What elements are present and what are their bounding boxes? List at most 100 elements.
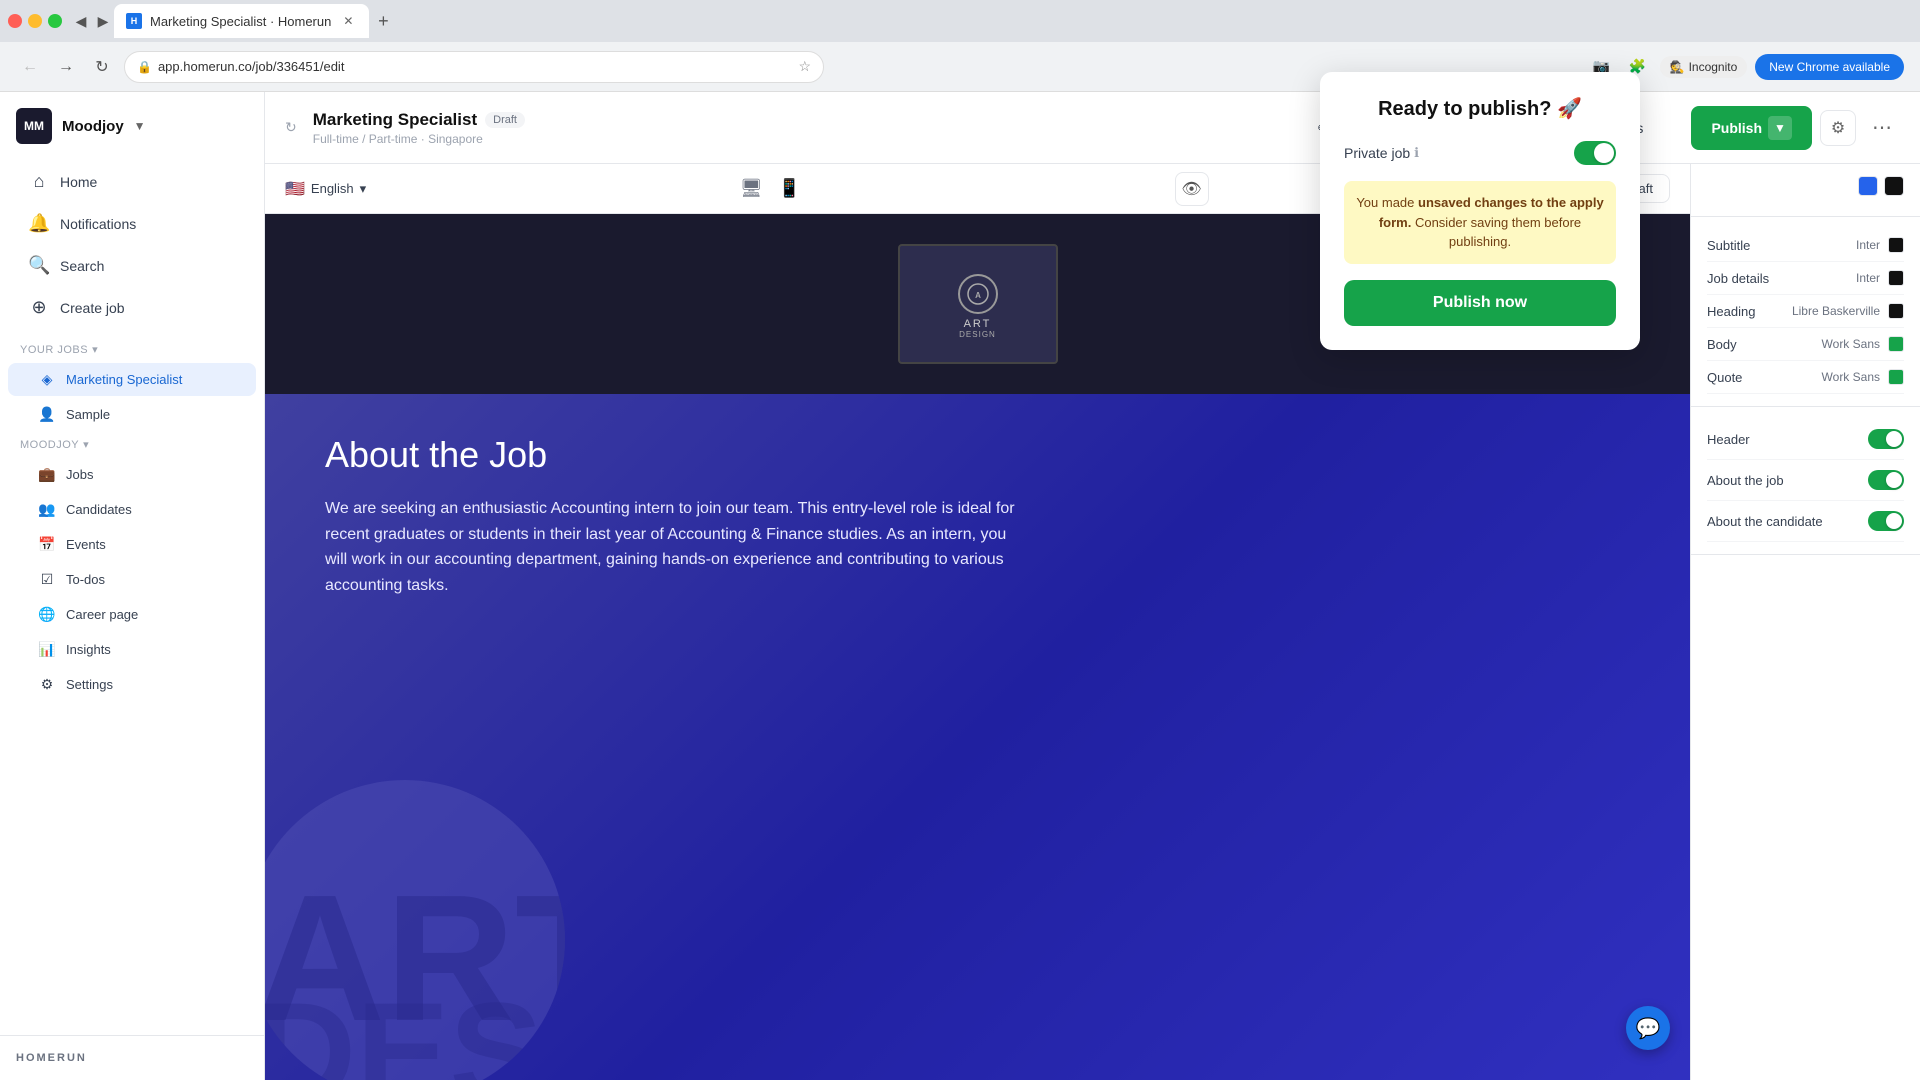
preview-job-body: ART DESIGN About the Job We are seeking … [265, 394, 1690, 1080]
sections-toggle-section: Header About the job About [1691, 407, 1920, 555]
sidebar-label-candidates: Candidates [66, 502, 132, 517]
active-tab[interactable]: H Marketing Specialist · Homerun ✕ [114, 4, 369, 38]
forward-button[interactable]: → [52, 53, 80, 81]
your-jobs-chevron-icon: ▾ [92, 343, 98, 356]
sidebar-label-career-page: Career page [66, 607, 138, 622]
sidebar-label-home: Home [60, 174, 97, 190]
jobs-icon: 💼 [38, 466, 56, 483]
more-dots-icon: ⋯ [1872, 115, 1892, 140]
tab-prev-arrow[interactable]: ◀ [70, 10, 92, 32]
job-subtitle: Full-time / Part-time · Singapore [313, 132, 525, 146]
candidates-icon: 👥 [38, 501, 56, 518]
insights-icon: 📊 [38, 641, 56, 658]
font-color-quote[interactable] [1888, 369, 1904, 385]
art-text: ART [958, 318, 998, 330]
refresh-button[interactable]: ↻ [88, 53, 116, 81]
sidebar-item-search[interactable]: 🔍 Search [8, 245, 256, 286]
sidebar-label-create-job: Create job [60, 300, 125, 316]
color-dot-blue[interactable] [1858, 176, 1878, 196]
mobile-view-button[interactable]: 📱 [772, 172, 806, 206]
tab-close-button[interactable]: ✕ [339, 12, 357, 30]
toggle-label-header: Header [1707, 432, 1868, 447]
org-section: Moodjoy ▾ [0, 432, 264, 457]
job-title-area: Marketing Specialist Draft Full-time / P… [313, 110, 525, 146]
font-color-heading[interactable] [1888, 303, 1904, 319]
preview-eye-button[interactable]: 👁 [1175, 172, 1209, 206]
sidebar-item-home[interactable]: ⌂ Home [8, 161, 256, 202]
search-icon: 🔍 [28, 255, 50, 276]
sidebar-label-notifications: Notifications [60, 216, 136, 232]
publish-button[interactable]: Publish ▼ [1691, 106, 1812, 150]
maximize-button[interactable] [48, 14, 62, 28]
tab-next-arrow[interactable]: ▶ [92, 10, 114, 32]
home-icon: ⌂ [28, 171, 50, 192]
font-row-body: Body Work Sans [1707, 328, 1904, 361]
bell-icon: 🔔 [28, 213, 50, 234]
color-dot-black[interactable] [1884, 176, 1904, 196]
sidebar-footer: HOMERUN [0, 1035, 264, 1080]
private-job-toggle[interactable] [1574, 141, 1616, 165]
address-bar[interactable]: 🔒 app.homerun.co/job/336451/edit ☆ [124, 51, 824, 83]
toggle-row-about-candidate: About the candidate [1707, 501, 1904, 542]
sidebar-item-notifications[interactable]: 🔔 Notifications [8, 203, 256, 244]
sidebar-item-events[interactable]: 📅 Events [8, 528, 256, 561]
sidebar-item-to-dos[interactable]: ☑ To-dos [8, 563, 256, 596]
about-candidate-toggle[interactable] [1868, 511, 1904, 531]
topbar: ↻ Marketing Specialist Draft Full-time /… [265, 92, 1920, 164]
gear-icon: ⚙ [1831, 118, 1845, 138]
sidebar-nav: ⌂ Home 🔔 Notifications 🔍 Search ⊕ Create… [0, 152, 264, 337]
sidebar-item-jobs[interactable]: 💼 Jobs [8, 458, 256, 491]
sidebar-item-settings[interactable]: ⚙ Settings [8, 668, 256, 701]
header-toggle[interactable] [1868, 429, 1904, 449]
flag-icon: 🇺🇸 [285, 179, 305, 199]
chat-support-icon[interactable]: 💬 [1626, 1006, 1670, 1050]
art-design-logo: A ART DESIGN [898, 244, 1058, 364]
new-tab-button[interactable]: + [369, 7, 397, 35]
font-name-subtitle: Inter [1856, 238, 1880, 252]
homerun-logo: HOMERUN [16, 1052, 248, 1064]
sidebar: MM Moodjoy ▼ ⌂ Home 🔔 Notifications 🔍 Se… [0, 92, 265, 1080]
sidebar-item-career-page[interactable]: 🌐 Career page [8, 598, 256, 631]
main-content: ↻ Marketing Specialist Draft Full-time /… [265, 92, 1920, 1080]
plus-icon: ⊕ [28, 297, 50, 318]
org-switcher[interactable]: MM Moodjoy ▼ [0, 92, 264, 152]
publish-now-button[interactable]: Publish now [1344, 280, 1616, 326]
org-avatar: MM [16, 108, 52, 144]
sidebar-item-marketing-specialist[interactable]: ◈ Marketing Specialist [8, 363, 256, 396]
sidebar-item-candidates[interactable]: 👥 Candidates [8, 493, 256, 526]
bookmark-icon[interactable]: ☆ [798, 58, 811, 75]
font-color-subtitle[interactable] [1888, 237, 1904, 253]
sidebar-label-sample: Sample [66, 407, 110, 422]
font-row-job-details: Job details Inter [1707, 262, 1904, 295]
info-icon[interactable]: ℹ [1414, 145, 1419, 161]
desktop-view-button[interactable]: 🖥 [734, 172, 768, 206]
settings-button[interactable]: ⚙ [1820, 110, 1856, 146]
new-chrome-button[interactable]: New Chrome available [1755, 54, 1904, 80]
incognito-badge[interactable]: 🕵 Incognito [1660, 56, 1748, 78]
minimize-button[interactable] [28, 14, 42, 28]
device-buttons: 🖥 📱 [734, 172, 806, 206]
sidebar-label-marketing-specialist: Marketing Specialist [66, 372, 182, 387]
about-job-toggle[interactable] [1868, 470, 1904, 490]
org-name: Moodjoy [62, 118, 124, 135]
sidebar-item-create-job[interactable]: ⊕ Create job [8, 287, 256, 328]
more-button[interactable]: ⋯ [1864, 110, 1900, 146]
font-name-body: Work Sans [1822, 337, 1880, 351]
font-color-body[interactable] [1888, 336, 1904, 352]
font-color-job-details[interactable] [1888, 270, 1904, 286]
language-selector[interactable]: 🇺🇸 English ▾ [285, 179, 366, 199]
sidebar-item-sample[interactable]: 👤 Sample [8, 398, 256, 431]
topbar-refresh-icon[interactable]: ↻ [285, 119, 297, 136]
org-section-chevron-icon: ▾ [83, 438, 89, 451]
org-section-label: Moodjoy [20, 439, 79, 451]
close-button[interactable] [8, 14, 22, 28]
private-job-text: Private job [1344, 145, 1410, 161]
sidebar-item-insights[interactable]: 📊 Insights [8, 633, 256, 666]
career-page-icon: 🌐 [38, 606, 56, 623]
lang-chevron-icon: ▾ [360, 181, 367, 197]
publish-label: Publish [1711, 120, 1762, 136]
warning-bold: unsaved changes to the apply form. [1379, 195, 1604, 230]
publish-chevron-icon[interactable]: ▼ [1768, 116, 1792, 140]
design-text: DESIGN [958, 330, 998, 339]
back-button[interactable]: ← [16, 53, 44, 81]
